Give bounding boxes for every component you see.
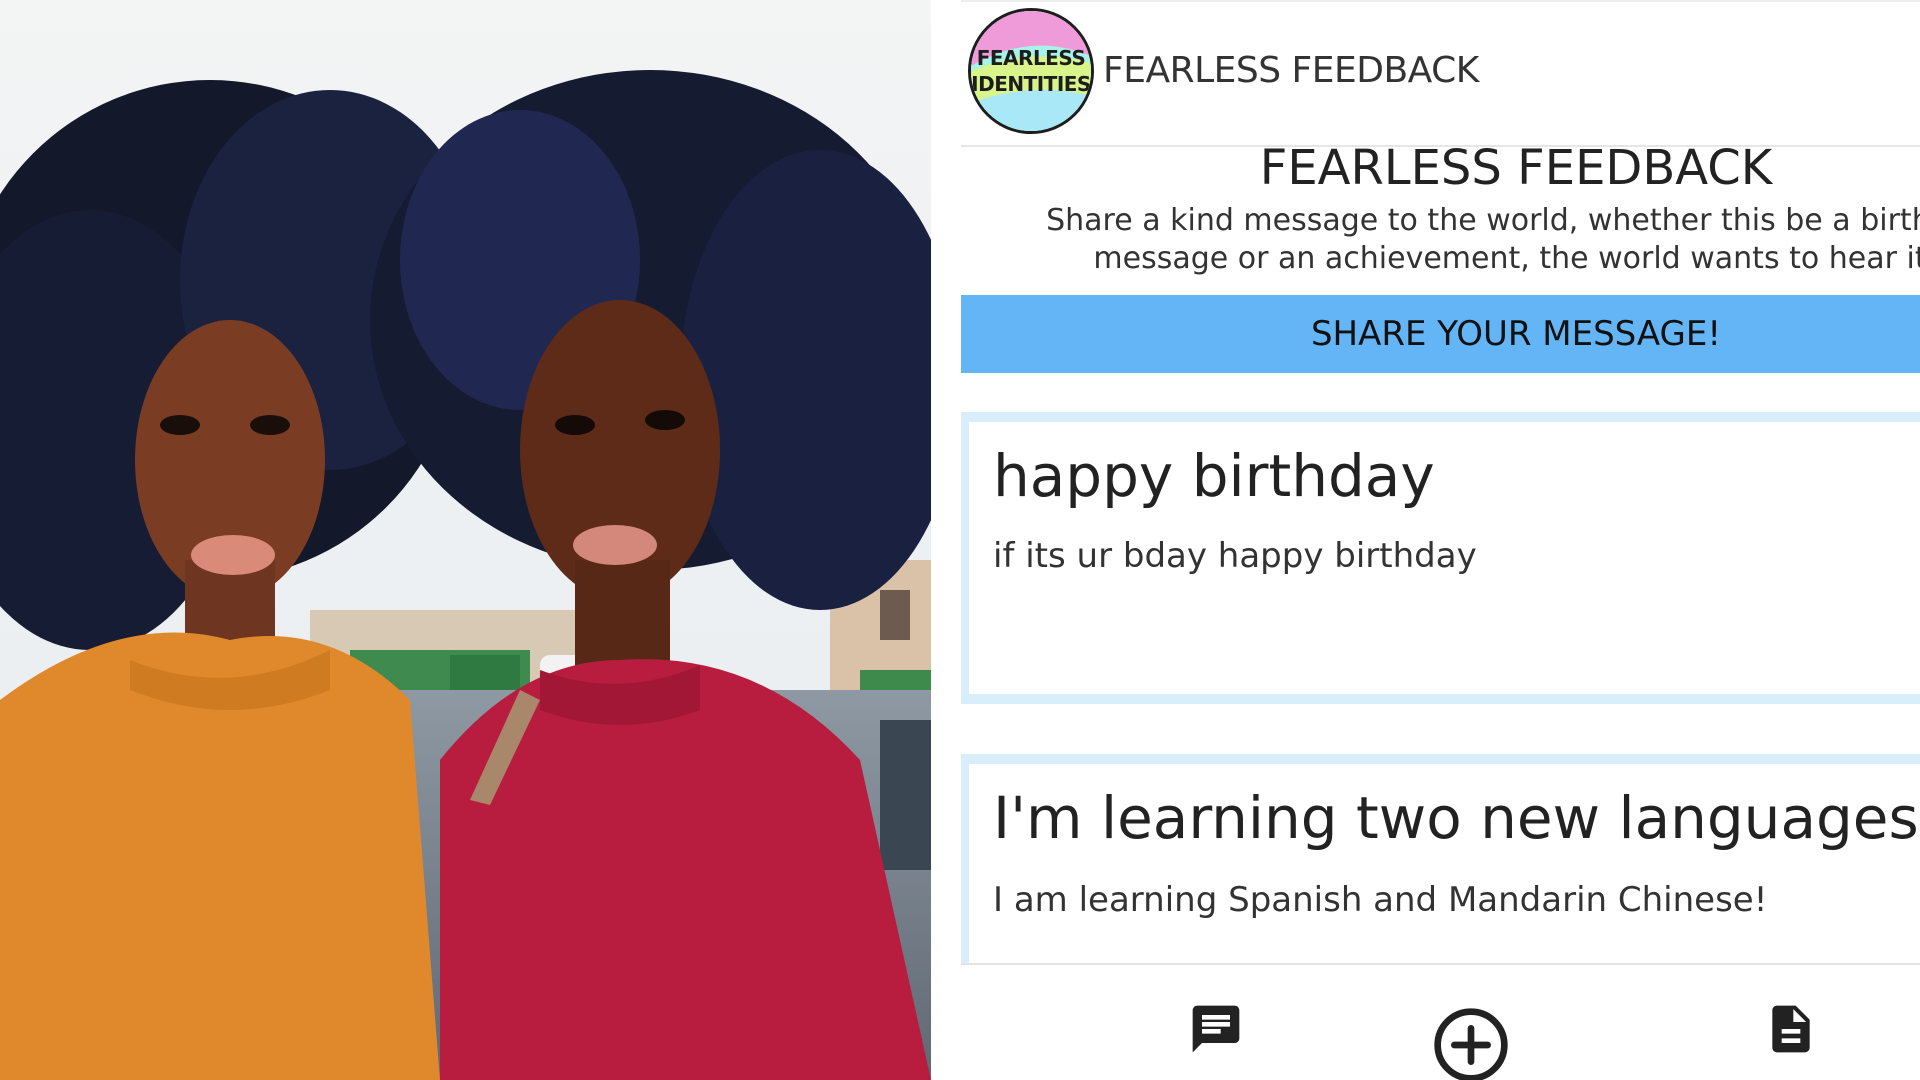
photo-divider bbox=[931, 0, 961, 1080]
message-card[interactable]: I'm learning two new languages! I am lea… bbox=[961, 764, 1920, 963]
add-circle-icon bbox=[1434, 1008, 1508, 1080]
card-divider bbox=[961, 754, 1920, 764]
message-title: happy birthday bbox=[993, 442, 1435, 510]
subtitle-line1: Share a kind message to the world, wheth… bbox=[1046, 203, 1920, 238]
twins-photo bbox=[0, 0, 931, 1080]
fearless-identities-logo[interactable]: FEARLESS IDENTITIES bbox=[968, 8, 1094, 134]
share-message-button[interactable]: SHARE YOUR MESSAGE! bbox=[961, 295, 1920, 373]
share-message-label: SHARE YOUR MESSAGE! bbox=[1310, 314, 1722, 354]
nav-add-button[interactable] bbox=[1411, 965, 1531, 1080]
logo-line1: FEARLESS bbox=[976, 46, 1086, 70]
message-body: I am learning Spanish and Mandarin Chine… bbox=[993, 880, 1768, 920]
message-body: if its ur bday happy birthday bbox=[993, 536, 1477, 576]
message-card[interactable]: happy birthday if its ur bday happy birt… bbox=[961, 422, 1920, 694]
card-divider bbox=[961, 412, 1920, 422]
app-title: FEARLESS FEEDBACK bbox=[1103, 50, 1479, 91]
page-subtitle: Share a kind message to the world, wheth… bbox=[961, 202, 1920, 278]
subtitle-line2: message or an achievement, the world wan… bbox=[1093, 241, 1920, 276]
page-headline: FEARLESS FEEDBACK bbox=[1259, 140, 1773, 196]
app-screen: FEARLESS IDENTITIES FEARLESS FEEDBACK FE… bbox=[961, 0, 1920, 1080]
message-icon bbox=[1192, 1005, 1240, 1053]
nav-messages-button[interactable] bbox=[1156, 965, 1276, 1080]
nav-documents-button[interactable] bbox=[1731, 965, 1851, 1080]
logo-background-icon bbox=[971, 11, 1091, 131]
top-app-bar: FEARLESS IDENTITIES FEARLESS FEEDBACK bbox=[961, 0, 1920, 147]
card-divider bbox=[961, 694, 1920, 704]
document-icon bbox=[1772, 1005, 1810, 1053]
message-title: I'm learning two new languages! bbox=[993, 784, 1920, 852]
screenshot-canvas: FEARLESS IDENTITIES FEARLESS FEEDBACK FE… bbox=[0, 0, 1920, 1080]
bottom-navigation bbox=[961, 963, 1920, 1080]
logo-line2: IDENTITIES bbox=[971, 72, 1091, 96]
photo-twins-icon bbox=[0, 0, 931, 1080]
message-feed[interactable]: happy birthday if its ur bday happy birt… bbox=[961, 373, 1920, 963]
